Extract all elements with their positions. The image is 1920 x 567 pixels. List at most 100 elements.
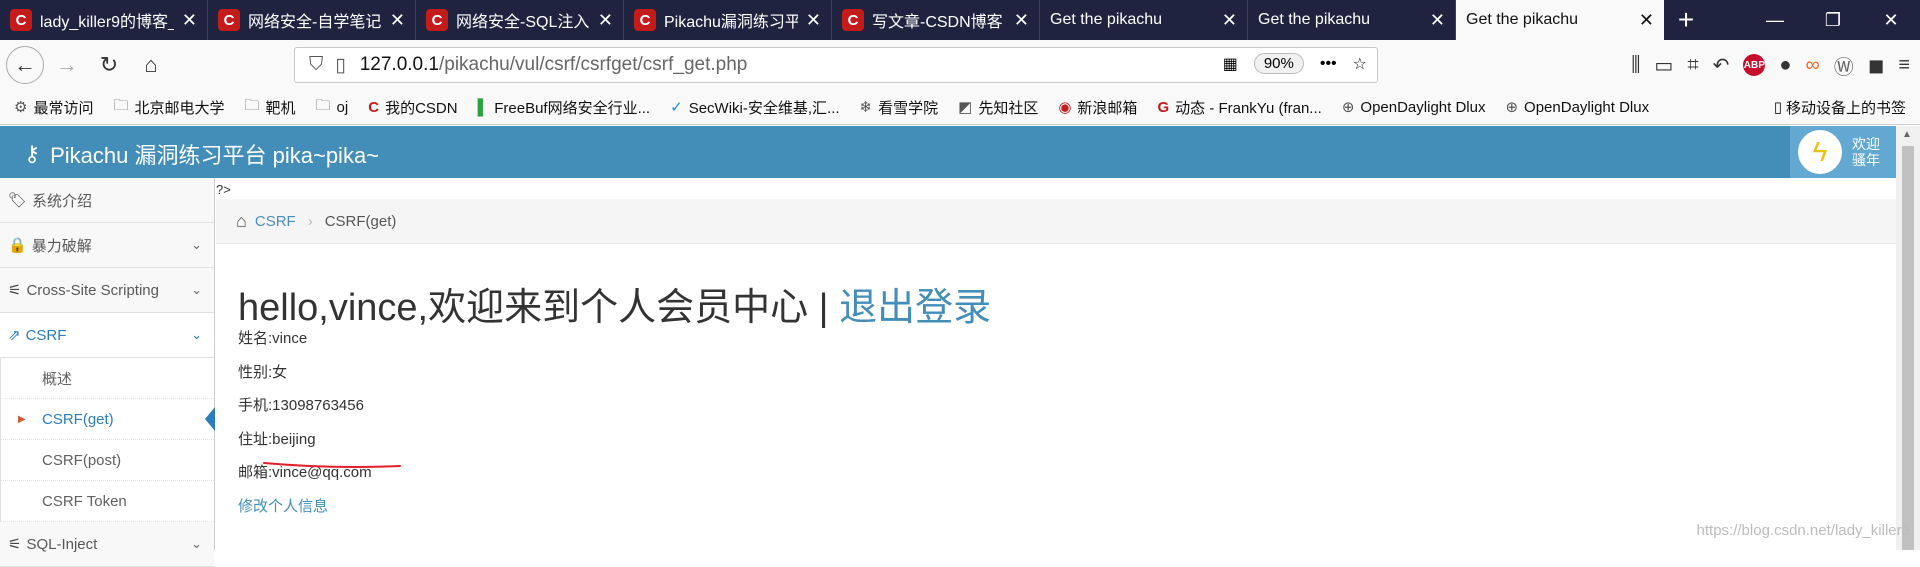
csrf-submenu: 概述 ▶ CSRF(get) CSRF(post) CSRF Token: [0, 358, 215, 522]
sidebar-item-bruteforce[interactable]: 🔒 暴力破解 ⌄: [0, 223, 214, 268]
bookmark-label: 我的CSDN: [385, 99, 458, 117]
close-icon[interactable]: ✕: [1639, 10, 1654, 31]
info-gender: 性别:女: [238, 363, 288, 381]
sidebar-item-intro[interactable]: 🏷 系统介绍: [0, 178, 214, 223]
bookmark-item[interactable]: 🗀 北京邮电大学: [113, 95, 224, 120]
menu-icon[interactable]: ≡: [1898, 54, 1910, 77]
window-controls: — ❐ ✕: [1746, 0, 1920, 40]
page-info-icon[interactable]: ▯: [335, 54, 345, 77]
undo-icon[interactable]: ↶: [1713, 53, 1730, 78]
url-bar[interactable]: ⛉ ▯ 127.0.0.1/pikachu/vul/csrf/csrfget/c…: [294, 47, 1378, 83]
browser-tab[interactable]: C 网络安全-SQL注入 ✕: [416, 0, 624, 40]
new-tab-icon[interactable]: +: [1664, 0, 1708, 40]
extension-infinity-icon[interactable]: ∞: [1805, 54, 1819, 77]
browser-tab-active[interactable]: Get the pikachu ✕: [1456, 0, 1664, 40]
reader-view-icon[interactable]: ▭: [1654, 53, 1673, 78]
reload-icon[interactable]: ↻: [90, 46, 128, 84]
bookmark-label: 最常访问: [33, 99, 94, 117]
app-brand[interactable]: ⚷ Pikachu 漏洞练习平台 pika~pika~: [24, 138, 379, 170]
xianzhi-icon: ◩: [958, 99, 973, 116]
mobile-bookmarks[interactable]: ▯ 移动设备上的书签: [1774, 90, 1906, 124]
forward-icon[interactable]: →: [48, 46, 86, 84]
chevron-down-icon: ⌄: [191, 282, 202, 297]
welcome-text: 欢迎 骚年: [1852, 136, 1880, 168]
minimize-icon[interactable]: —: [1746, 0, 1804, 40]
home-icon[interactable]: ⌂: [132, 46, 170, 84]
browser-tab[interactable]: Get the pikachu ✕: [1248, 0, 1456, 40]
bookmark-item[interactable]: ◉ 新浪邮箱: [1058, 97, 1137, 118]
back-icon[interactable]: ←: [6, 46, 44, 84]
bookmark-star-icon[interactable]: ☆: [1353, 54, 1367, 74]
crop-icon[interactable]: ⌗: [1687, 54, 1698, 77]
submenu-item-overview[interactable]: 概述: [1, 358, 214, 399]
tab-title: Get the pikachu: [1466, 11, 1579, 28]
close-icon[interactable]: ✕: [390, 10, 405, 31]
qr-code-icon[interactable]: ▦: [1223, 54, 1238, 74]
submenu-item-csrf-post[interactable]: CSRF(post): [1, 440, 214, 481]
csdn-icon: C: [426, 9, 448, 31]
sliders-icon: ⚟: [8, 282, 22, 299]
logout-link[interactable]: 退出登录: [839, 287, 991, 329]
edit-profile-link[interactable]: 修改个人信息: [238, 490, 372, 523]
bookmark-item[interactable]: C 我的CSDN: [368, 97, 457, 118]
bookmark-item[interactable]: ⚙ 最常访问: [14, 97, 93, 118]
info-address: 住址:beijing: [238, 430, 316, 448]
browser-tab[interactable]: Get the pikachu ✕: [1040, 0, 1248, 40]
scroll-up-icon[interactable]: ▲: [1902, 129, 1912, 140]
browser-tab[interactable]: C 网络安全-自学笔记 ✕: [208, 0, 416, 40]
browser-tab[interactable]: C 写文章-CSDN博客 ✕: [832, 0, 1040, 40]
bookmark-label: OpenDaylight Dlux: [1524, 98, 1650, 116]
more-actions-icon[interactable]: •••: [1320, 55, 1337, 73]
csdn-icon: C: [634, 9, 656, 31]
bookmarks-toolbar: ⚙ 最常访问 🗀 北京邮电大学 🗀 靶机 🗀 oj C 我的CSDN ▌ FreeBuf网络…: [0, 90, 1920, 125]
sidebar-item-sqli[interactable]: ⚟ SQL-Inject ⌄: [0, 522, 214, 567]
submenu-item-csrf-token[interactable]: CSRF Token: [1, 481, 214, 522]
bookmark-item[interactable]: ✓ SecWiki-安全维基,汇...: [670, 97, 839, 118]
bookmark-item[interactable]: ⊕ OpenDaylight Dlux: [1505, 98, 1650, 117]
bookmark-item[interactable]: ▌ FreeBuf网络安全行业...: [478, 97, 651, 118]
browser-tab[interactable]: Clady_killer9的博客_ ✕: [0, 0, 208, 40]
close-icon[interactable]: ✕: [1430, 10, 1445, 31]
close-icon[interactable]: ✕: [1222, 10, 1237, 31]
sidebar-item-xss[interactable]: ⚟ Cross-Site Scripting ⌄: [0, 268, 214, 313]
brand-title: Pikachu 漏洞练习平台 pika~pika~: [50, 143, 380, 168]
adblock-icon[interactable]: ABP: [1743, 54, 1766, 76]
restore-icon[interactable]: ❐: [1804, 0, 1862, 40]
extension-w-icon[interactable]: Ⓦ: [1834, 51, 1854, 80]
close-window-icon[interactable]: ✕: [1862, 0, 1920, 40]
bookmark-item[interactable]: 🗀 靶机: [245, 95, 296, 120]
sidebar-item-csrf[interactable]: ⇗ CSRF ⌄: [0, 313, 214, 358]
zoom-level[interactable]: 90%: [1253, 53, 1304, 74]
sidebar-item-label: 暴力破解: [31, 237, 92, 255]
secwiki-icon: ✓: [670, 99, 683, 116]
main-content: ?> ⌂ CSRF › CSRF(get) hello,vince,欢迎来到个人…: [216, 178, 1896, 550]
shield-icon[interactable]: ⛉: [309, 54, 323, 76]
account-icon[interactable]: ●: [1779, 54, 1791, 77]
sidebar-item-label: 系统介绍: [32, 192, 93, 210]
extension-box-icon[interactable]: ◼: [1868, 53, 1885, 78]
browser-tab[interactable]: C Pikachu漏洞练习平 ✕: [624, 0, 832, 40]
url-actions: ▦ 90% ••• ☆: [1223, 53, 1367, 74]
library-icon[interactable]: ⫼: [1631, 54, 1640, 77]
scrollbar[interactable]: ▲: [1896, 126, 1920, 550]
url-path: /pikachu/vul/csrf/csrfget/csrf_get.php: [438, 54, 748, 75]
info-phone: 手机:13098763456: [238, 397, 364, 414]
csdn-icon: C: [218, 9, 240, 31]
bookmark-item[interactable]: ⊕ OpenDaylight Dlux: [1341, 98, 1486, 117]
user-menu[interactable]: ϟ 欢迎 骚年: [1790, 126, 1896, 178]
close-icon[interactable]: ✕: [806, 10, 821, 31]
close-icon[interactable]: ✕: [1014, 10, 1029, 31]
csdn-icon: C: [368, 98, 380, 116]
breadcrumb-link[interactable]: CSRF: [255, 213, 296, 230]
close-icon[interactable]: ✕: [598, 10, 613, 31]
bookmark-item[interactable]: 🗀 oj: [316, 95, 349, 120]
scrollbar-thumb[interactable]: [1902, 146, 1914, 550]
tab-title: Pikachu漏洞练习平: [664, 14, 798, 31]
home-icon[interactable]: ⌂: [236, 211, 247, 232]
bookmark-item[interactable]: G 动态 - FrankYu (fran...: [1157, 97, 1321, 118]
submenu-item-csrf-get[interactable]: ▶ CSRF(get): [1, 399, 215, 440]
bookmark-item[interactable]: ❄ 看雪学院: [860, 97, 939, 118]
bookmark-item[interactable]: ◩ 先知社区: [958, 97, 1038, 118]
close-icon[interactable]: ✕: [182, 10, 197, 31]
globe-icon: ⊕: [1341, 99, 1355, 116]
